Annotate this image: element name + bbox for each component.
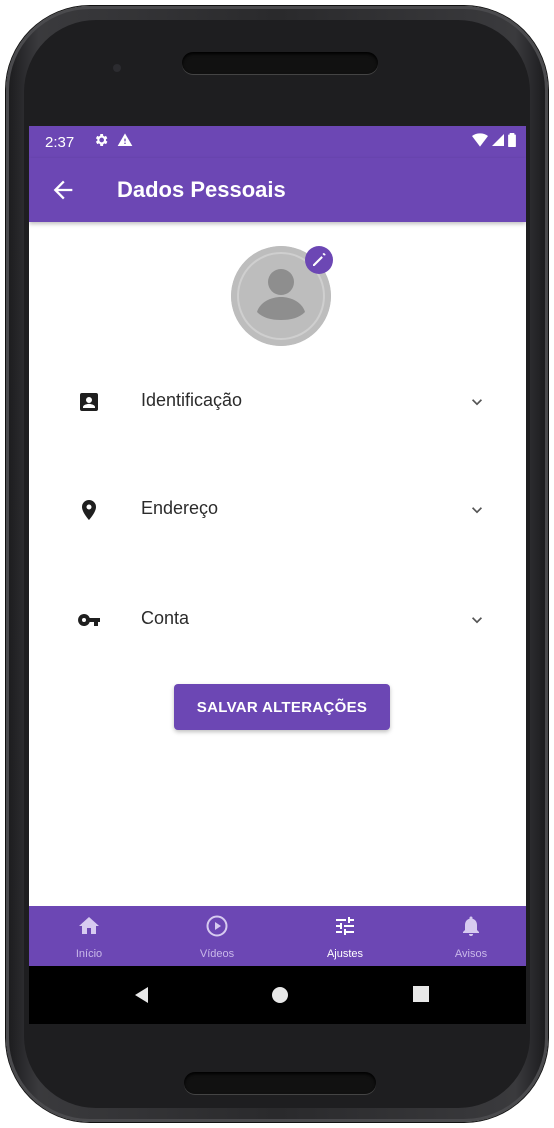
- settings-gear-icon: [95, 134, 108, 146]
- badge-icon: [80, 393, 98, 411]
- page-title: Dados Pessoais: [117, 177, 286, 202]
- app-bar: Dados Pessoais: [29, 158, 526, 222]
- section-endereco[interactable]: Endereço: [29, 482, 526, 538]
- section-label: Conta: [141, 608, 190, 628]
- section-label: Identificação: [141, 390, 243, 410]
- status-time: 2:37: [45, 134, 75, 151]
- bottom-speaker: [184, 1072, 376, 1094]
- status-bar: 2:37: [29, 126, 526, 158]
- system-navigation-bar: [29, 966, 526, 1024]
- system-recents-icon[interactable]: [413, 986, 429, 1002]
- earpiece-speaker: [182, 52, 378, 74]
- nav-item-ajustes[interactable]: Ajustes: [295, 906, 395, 966]
- nav-item-inicio[interactable]: Início: [39, 906, 139, 966]
- nav-label: Início: [75, 948, 103, 960]
- chevron-down-icon: [472, 399, 482, 406]
- key-icon: [78, 614, 100, 626]
- chevron-down-icon: [472, 507, 482, 514]
- bell-icon: [463, 916, 479, 936]
- warning-icon: [117, 133, 133, 146]
- save-changes-button[interactable]: SALVAR ALTERAÇÕES: [174, 684, 390, 730]
- profile-avatar[interactable]: [231, 246, 333, 346]
- signal-icon: [492, 134, 504, 146]
- play-circle-icon: [206, 915, 228, 937]
- nav-label: Ajustes: [326, 948, 364, 960]
- section-identificacao[interactable]: Identificação: [29, 374, 526, 430]
- nav-item-avisos[interactable]: Avisos: [421, 906, 521, 966]
- section-label: Endereço: [141, 498, 219, 518]
- battery-icon: [508, 133, 516, 147]
- system-back-icon[interactable]: [133, 986, 151, 1004]
- nav-label: Avisos: [454, 948, 488, 960]
- chevron-down-icon: [472, 617, 482, 624]
- section-conta[interactable]: Conta: [29, 592, 526, 648]
- front-camera: [113, 64, 121, 72]
- location-pin-icon: [82, 500, 96, 520]
- nav-label: Vídeos: [199, 948, 235, 960]
- edit-photo-button[interactable]: [305, 246, 333, 274]
- home-icon: [79, 917, 99, 934]
- system-home-icon[interactable]: [271, 986, 289, 1004]
- screen: 2:37 Dados Pessoais Identificação Endere…: [29, 126, 526, 1024]
- back-arrow-icon[interactable]: [49, 176, 77, 204]
- pencil-icon: [313, 252, 326, 266]
- wifi-icon: [472, 133, 488, 147]
- sliders-icon: [336, 917, 354, 935]
- bottom-navigation: Início Vídeos Ajustes Avisos: [29, 906, 526, 966]
- nav-item-videos[interactable]: Vídeos: [167, 906, 267, 966]
